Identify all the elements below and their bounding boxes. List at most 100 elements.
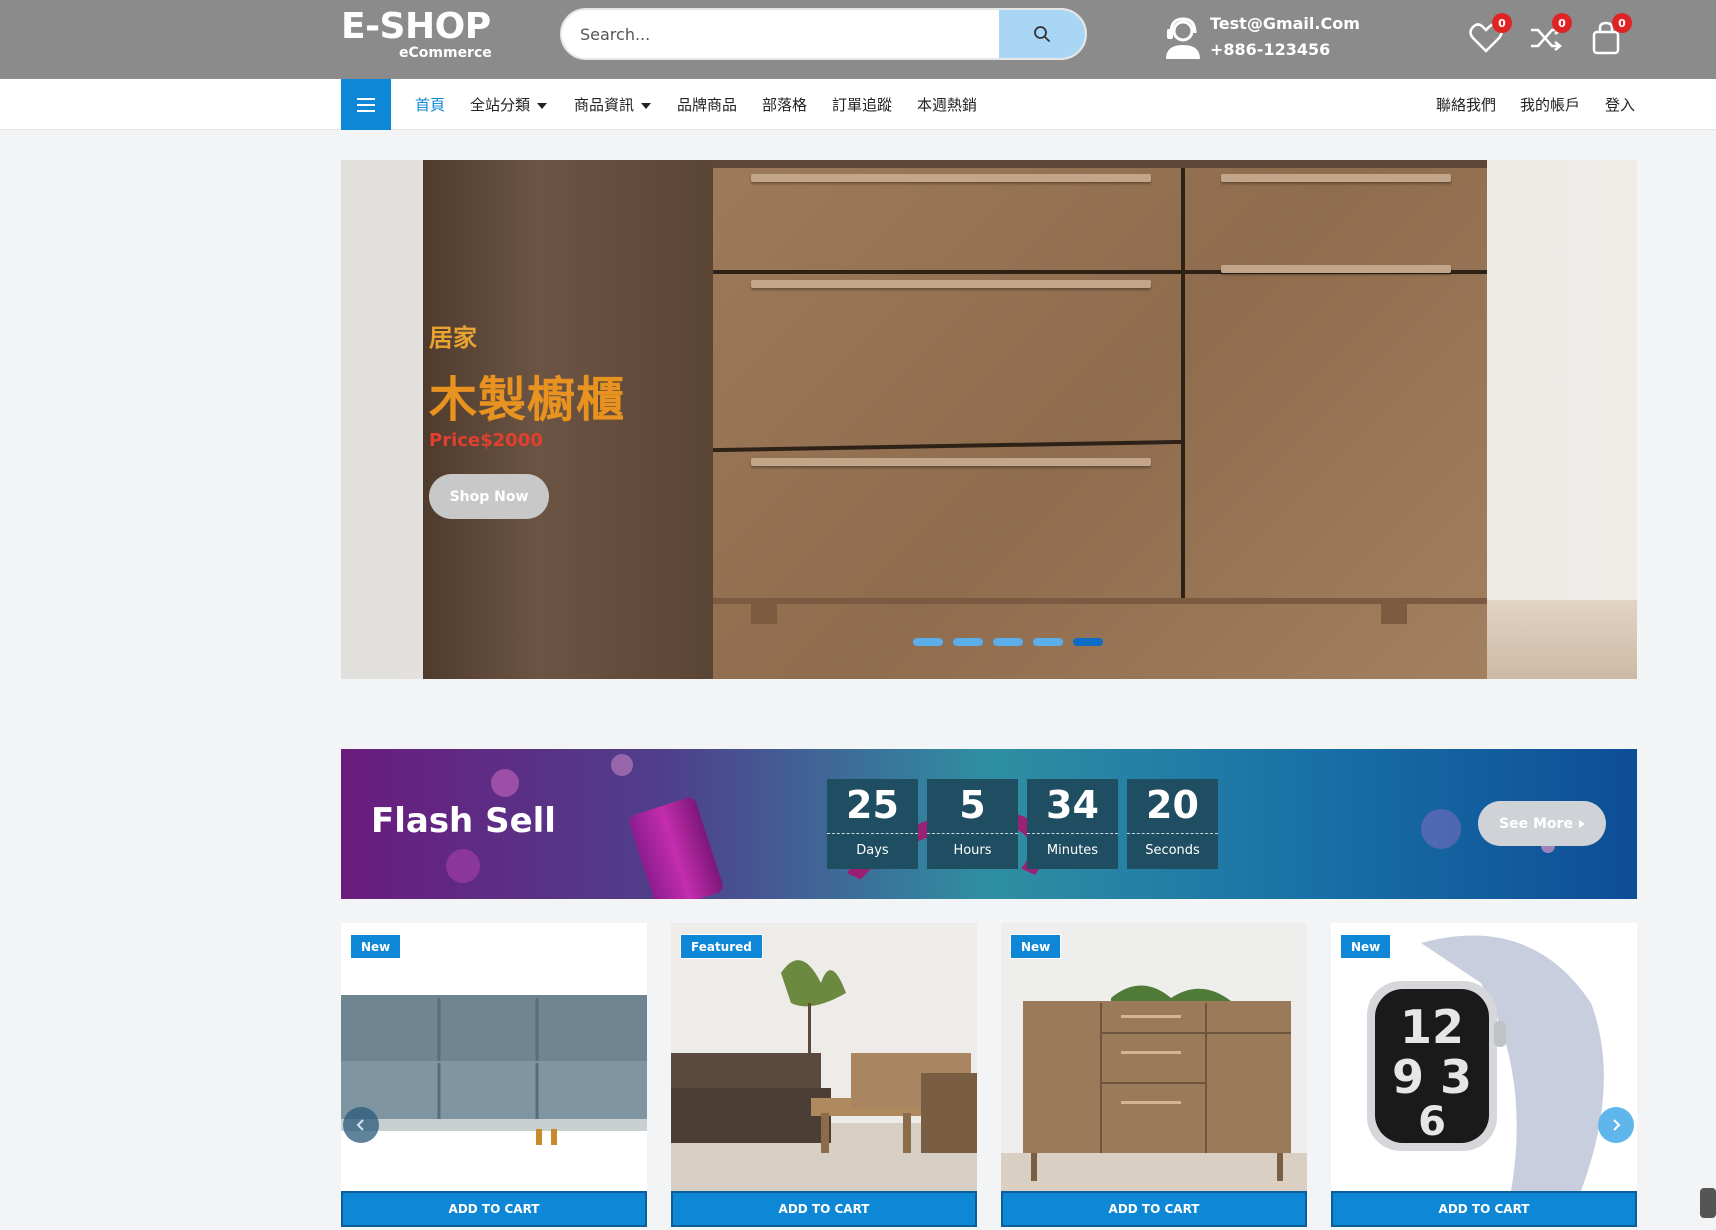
svg-text:12: 12 xyxy=(1400,1000,1464,1054)
living-room-image xyxy=(671,923,977,1191)
svg-text:6: 6 xyxy=(1418,1099,1446,1145)
scrollbar-thumb[interactable] xyxy=(1700,1188,1716,1218)
caret-right-icon xyxy=(1578,819,1585,828)
logo-subtext: eCommerce xyxy=(399,45,492,61)
product-card[interactable]: New ADD TO CART xyxy=(341,923,647,1227)
drawer-handle xyxy=(1221,265,1451,273)
nav-weekly-bestsellers[interactable]: 本週熱銷 xyxy=(917,94,977,115)
hero-slider: 居家 木製櫥櫃 Price$2000 Shop Now xyxy=(341,160,1637,679)
slider-dot-5[interactable] xyxy=(1073,638,1103,646)
countdown-divider xyxy=(927,833,1018,834)
add-to-cart-button[interactable]: ADD TO CART xyxy=(671,1191,977,1227)
nav-home[interactable]: 首頁 xyxy=(415,94,445,115)
product-badge: New xyxy=(1010,934,1062,959)
countdown-hours-label: Hours xyxy=(953,843,992,858)
slider-dot-4[interactable] xyxy=(1033,638,1063,646)
drawer-handle xyxy=(751,280,1151,288)
countdown-days-label: Days xyxy=(856,843,889,858)
drawer-handle xyxy=(1221,174,1451,182)
shop-now-button[interactable]: Shop Now xyxy=(429,474,549,519)
hero-title: 木製櫥櫃 xyxy=(429,372,626,428)
drawer-handle xyxy=(751,458,1151,466)
smartwatch-image: 12 9 3 6 xyxy=(1331,923,1637,1191)
cart-count-badge: 0 xyxy=(1612,13,1632,33)
product-card[interactable]: 12 9 3 6 New ADD TO CART xyxy=(1331,923,1637,1227)
flash-sell-banner: Flash Sell 25 Days 5 Hours 34 Minutes 20… xyxy=(341,749,1637,899)
add-to-cart-button[interactable]: ADD TO CART xyxy=(1001,1191,1307,1227)
slider-dot-3[interactable] xyxy=(993,638,1023,646)
product-card[interactable]: New ADD TO CART xyxy=(1001,923,1307,1227)
search-button[interactable] xyxy=(999,10,1085,58)
hamburger-icon xyxy=(357,97,375,112)
countdown-hours-value: 5 xyxy=(959,783,986,827)
product-badge: Featured xyxy=(680,934,763,959)
cart-button[interactable]: 0 xyxy=(1588,13,1632,56)
drawer-handle xyxy=(751,174,1151,182)
slider-dot-1[interactable] xyxy=(913,638,943,646)
cabinet-leg xyxy=(751,604,777,624)
nav-brand-products[interactable]: 品牌商品 xyxy=(677,94,737,115)
countdown-minutes-value: 34 xyxy=(1046,783,1099,827)
product-image-cabinet[interactable]: New xyxy=(1001,923,1307,1191)
countdown-days: 25 Days xyxy=(827,779,918,869)
countdown-divider xyxy=(827,833,918,834)
slider-dots xyxy=(913,638,1103,646)
contact-email[interactable]: Test@Gmail.Com xyxy=(1210,14,1360,33)
main-nav: 首頁 全站分類 商品資訊 品牌商品 部落格 訂單追蹤 本週熱銷 聯絡我們 我的帳… xyxy=(0,79,1716,130)
flash-sell-title: Flash Sell xyxy=(371,801,556,841)
svg-text:9 3: 9 3 xyxy=(1392,1050,1472,1104)
add-to-cart-button[interactable]: ADD TO CART xyxy=(341,1191,647,1227)
nav-product-info[interactable]: 商品資訊 xyxy=(574,94,652,115)
product-image-sofa[interactable]: New xyxy=(341,923,647,1191)
carousel-prev-button[interactable] xyxy=(343,1107,379,1143)
see-more-label: See More xyxy=(1499,815,1573,832)
nav-contact-us[interactable]: 聯絡我們 xyxy=(1436,94,1496,115)
lipstick-image xyxy=(627,795,725,899)
caret-down-icon xyxy=(641,102,652,109)
countdown-divider xyxy=(1027,833,1118,834)
nav-product-info-label: 商品資訊 xyxy=(574,96,635,114)
top-header: E-SHOP eCommerce Test@Gmail.Com +886-123… xyxy=(0,0,1716,79)
nav-all-categories-label: 全站分類 xyxy=(470,96,531,114)
carousel-next-button[interactable] xyxy=(1598,1107,1634,1143)
nav-login[interactable]: 登入 xyxy=(1605,94,1635,115)
support-agent-icon xyxy=(1166,17,1200,59)
chevron-left-icon xyxy=(356,1119,364,1131)
sofa-image xyxy=(341,923,647,1191)
countdown-seconds: 20 Seconds xyxy=(1127,779,1218,869)
product-image-living-room[interactable]: Featured xyxy=(671,923,977,1191)
decor-bubble xyxy=(446,849,480,883)
category-menu-button[interactable] xyxy=(341,79,391,130)
product-image-watch[interactable]: 12 9 3 6 New xyxy=(1331,923,1637,1191)
countdown-seconds-label: Seconds xyxy=(1145,843,1200,858)
see-more-button[interactable]: See More xyxy=(1478,801,1606,846)
search-input[interactable] xyxy=(580,10,1010,58)
logo-text: E-SHOP xyxy=(341,6,491,47)
product-card[interactable]: Featured ADD TO CART xyxy=(671,923,977,1227)
caret-down-icon xyxy=(537,102,548,109)
nav-blog[interactable]: 部落格 xyxy=(762,94,807,115)
countdown-hours: 5 Hours xyxy=(927,779,1018,869)
countdown-divider xyxy=(1127,833,1218,834)
cabinet-base xyxy=(713,598,1487,604)
product-badge: New xyxy=(350,934,402,959)
decor-bubble xyxy=(491,769,519,797)
countdown-seconds-value: 20 xyxy=(1146,783,1199,827)
nav-my-account[interactable]: 我的帳戶 xyxy=(1520,94,1580,115)
compare-count-badge: 0 xyxy=(1552,13,1572,33)
slider-dot-2[interactable] xyxy=(953,638,983,646)
nav-all-categories[interactable]: 全站分類 xyxy=(470,94,548,115)
countdown-minutes-label: Minutes xyxy=(1046,843,1099,858)
nav-order-tracking[interactable]: 訂單追蹤 xyxy=(832,94,892,115)
chevron-right-icon xyxy=(1613,1119,1621,1131)
logo[interactable]: E-SHOP eCommerce xyxy=(341,6,492,61)
countdown-days-value: 25 xyxy=(846,783,899,827)
product-badge: New xyxy=(1340,934,1392,959)
countdown-minutes: 34 Minutes xyxy=(1027,779,1118,869)
add-to-cart-button[interactable]: ADD TO CART xyxy=(1331,1191,1637,1227)
cabinet-top-edge xyxy=(713,160,1487,168)
contact-phone[interactable]: +886-123456 xyxy=(1210,40,1330,59)
wishlist-button[interactable]: 0 xyxy=(1468,13,1512,56)
compare-button[interactable]: 0 xyxy=(1528,13,1572,56)
hero-price: Price$2000 xyxy=(429,430,543,451)
